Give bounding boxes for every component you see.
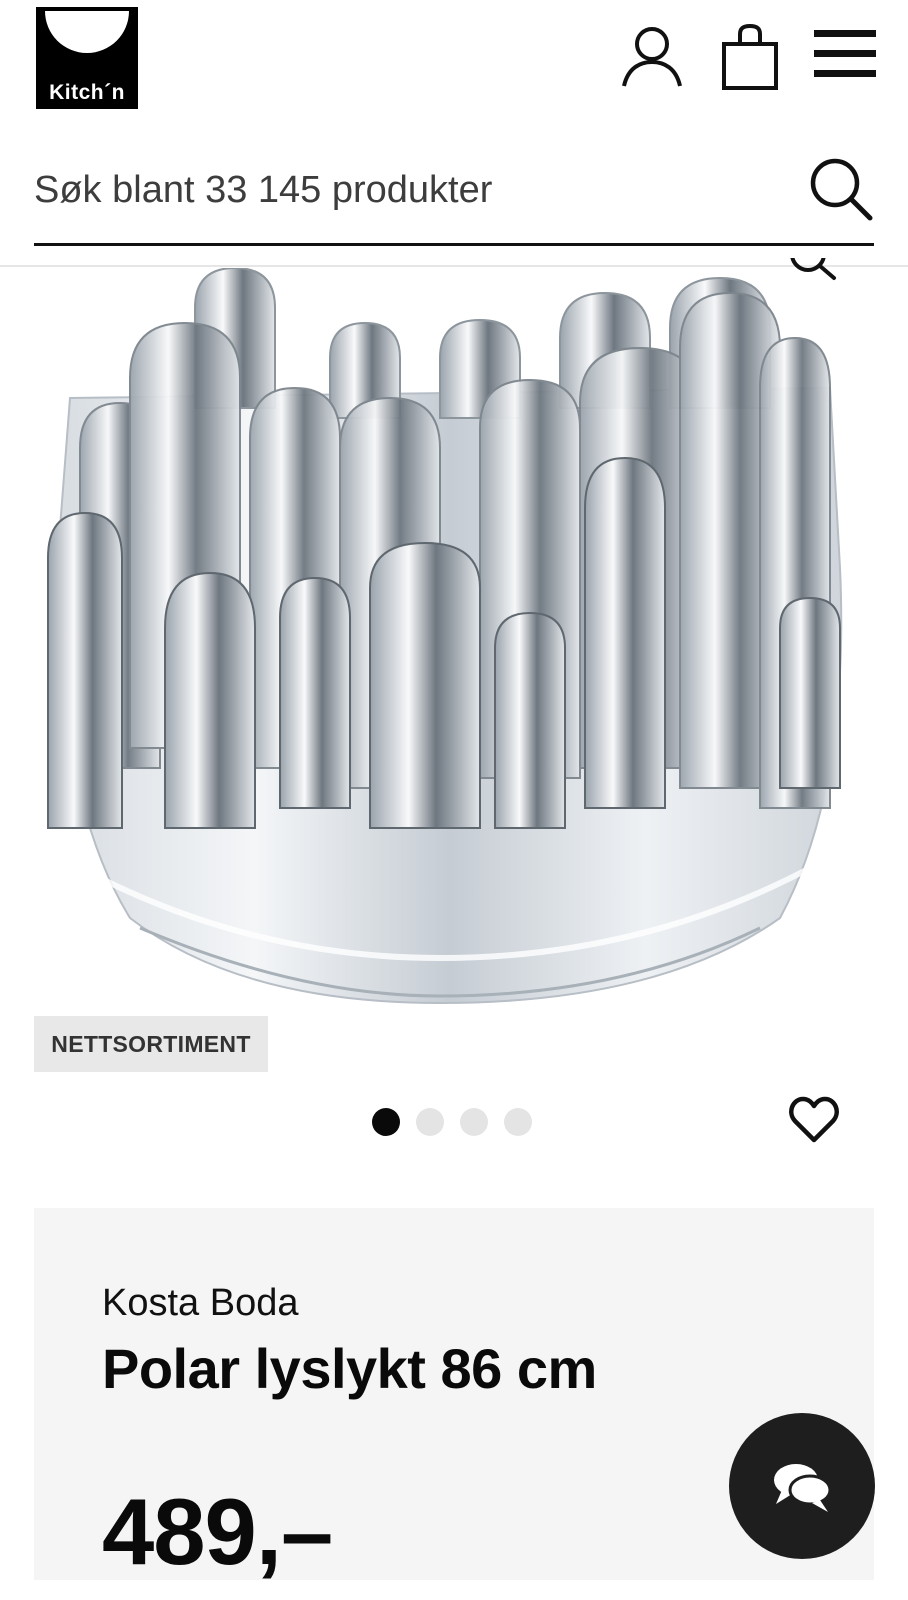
search-input[interactable] (34, 160, 794, 220)
product-brand[interactable]: Kosta Boda (102, 1282, 298, 1325)
carousel-dot-3[interactable] (460, 1108, 488, 1136)
logo-text: Kitch´n (49, 81, 125, 104)
availability-badge: NETTSORTIMENT (34, 1016, 268, 1072)
product-image[interactable] (40, 268, 860, 1028)
hamburger-menu-icon[interactable] (814, 24, 878, 84)
heart-icon[interactable] (789, 1096, 839, 1144)
search-bar (34, 150, 874, 246)
kitchn-logo[interactable]: Kitch´n (36, 7, 138, 109)
shopping-bag-icon[interactable] (720, 24, 780, 92)
zoom-icon[interactable] (790, 258, 840, 288)
chat-button[interactable] (729, 1413, 875, 1559)
header-divider (0, 265, 908, 267)
search-icon[interactable] (808, 156, 874, 222)
chat-bubbles-icon (774, 1464, 832, 1512)
carousel-dot-4[interactable] (504, 1108, 532, 1136)
user-icon[interactable] (620, 24, 684, 90)
carousel-dot-2[interactable] (416, 1108, 444, 1136)
logo-bowl-shape (45, 11, 129, 53)
product-price: 489,– (102, 1479, 333, 1584)
product-title: Polar lyslykt 86 cm (102, 1337, 597, 1400)
carousel-dot-1[interactable] (372, 1108, 400, 1136)
image-carousel-dots (372, 1108, 532, 1136)
